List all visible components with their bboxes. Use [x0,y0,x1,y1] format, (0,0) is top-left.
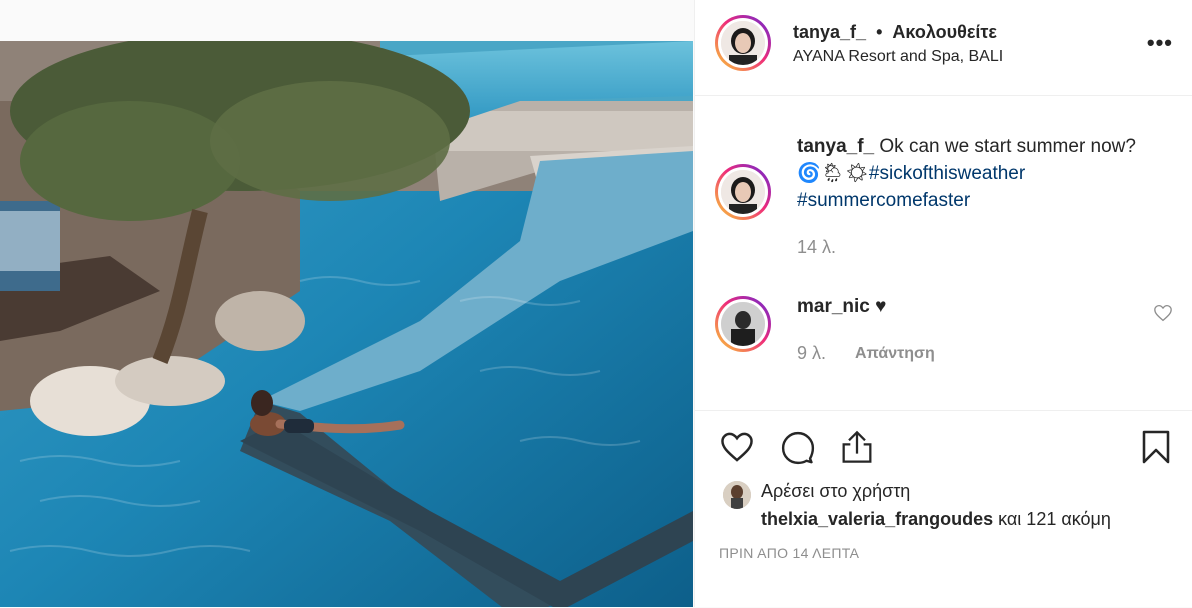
likes-others[interactable]: και 121 ακόμη [998,509,1111,529]
likes-label: Αρέσει στο χρήστη [761,481,911,501]
commenter-username[interactable]: mar_nic [797,296,870,317]
comment-text: ♥ [875,296,887,317]
comment-like-icon[interactable] [1153,304,1173,327]
likes-detail: thelxia_valeria_frangoudes και 121 ακόμη [761,509,1111,530]
hashtag-sickofthisweather[interactable]: #sickofthisweather [869,163,1025,184]
hashtag-summercomefaster[interactable]: #summercomefaster [797,190,970,211]
caption-author-avatar[interactable] [715,164,771,220]
reply-button[interactable]: Απάντηση [855,345,935,363]
commenter-avatar[interactable] [715,296,771,352]
author-photo-icon [721,21,765,65]
post-photo[interactable] [0,41,693,607]
comment-body: mar_nic ♥ [797,293,886,320]
pool-photo [0,41,693,607]
comment-icon[interactable] [781,431,815,470]
post-timestamp[interactable]: ΠΡΙΝ ΑΠΟ 14 ΛΕΠΤΑ [719,545,859,561]
share-icon[interactable] [841,429,873,470]
action-bar: Αρέσει στο χρήστη thelxia_valeria_frango… [695,410,1192,608]
comment-age[interactable]: 9 λ. [797,343,826,364]
post-header: tanya_f_ • Ακολουθείτε AYANA Resort and … [695,0,1192,96]
caption-username[interactable]: tanya_f_ [797,136,874,157]
liker-avatar[interactable] [723,481,751,509]
post-location[interactable]: AYANA Resort and Spa, BALI [793,48,1003,66]
separator-dot: • [876,22,883,42]
caption: tanya_f_ Ok can we start summer now? 🌀🌦☀… [797,133,1136,214]
heart-icon[interactable] [719,431,755,468]
author-avatar[interactable] [715,15,771,71]
caption-age[interactable]: 14 λ. [797,237,836,258]
author-photo-icon [721,170,765,214]
caption-text: Ok can we start summer now? [879,136,1136,157]
liker-username[interactable]: thelxia_valeria_frangoudes [761,509,993,529]
commenter-photo-icon [721,302,765,346]
more-options-icon[interactable]: ••• [1147,30,1173,56]
header-user-row: tanya_f_ • Ακολουθείτε [793,22,997,43]
author-username[interactable]: tanya_f_ [793,22,866,42]
bookmark-icon[interactable] [1141,429,1171,470]
post-side-panel: tanya_f_ • Ακολουθείτε AYANA Resort and … [694,0,1192,607]
follow-status[interactable]: Ακολουθείτε [892,22,997,42]
comments-section: tanya_f_ Ok can we start summer now? 🌀🌦☀… [695,96,1192,410]
caption-emoji: 🌀🌦☀ [797,163,869,184]
